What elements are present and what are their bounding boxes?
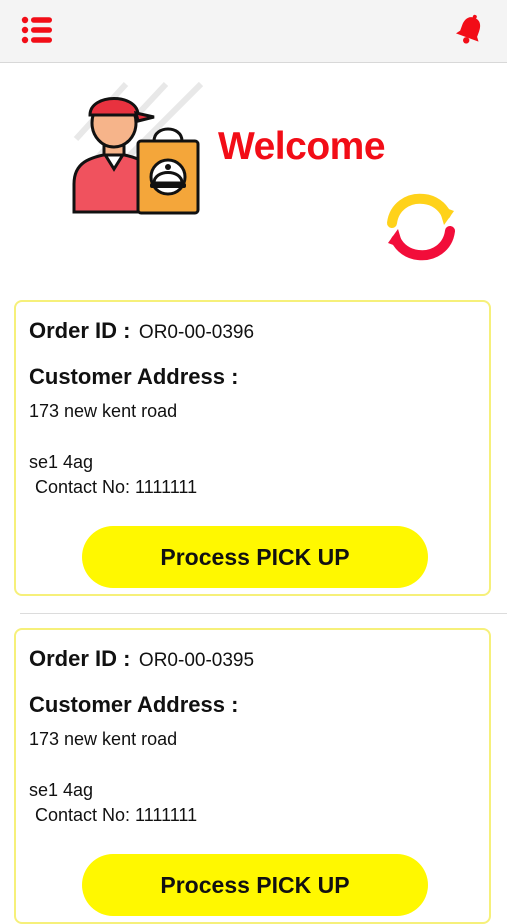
order-card: Order ID : OR0-00-0395 Customer Address …	[14, 628, 491, 924]
address-line-1: 173 new kent road	[29, 729, 178, 749]
order-id-label: Order ID :	[29, 318, 131, 343]
address-line-1: 173 new kent road	[29, 401, 178, 421]
welcome-heading: Welcome	[218, 125, 386, 168]
contact-number: Contact No: 1111111	[35, 477, 198, 497]
contact-number: Contact No: 1111111	[35, 805, 198, 825]
order-id-value: OR0-00-0395	[138, 650, 255, 671]
welcome-section: Welcome	[0, 63, 507, 293]
process-pickup-button[interactable]: Process PICK UP	[82, 526, 428, 588]
order-id-value: OR0-00-0396	[138, 322, 255, 343]
order-card: Order ID : OR0-00-0396 Customer Address …	[14, 300, 491, 596]
top-app-bar	[0, 0, 507, 63]
menu-button[interactable]	[20, 14, 56, 46]
process-pickup-button[interactable]: Process PICK UP	[82, 854, 428, 916]
order-id-row: Order ID : OR0-00-0395	[29, 646, 254, 672]
customer-address-label: Customer Address :	[29, 364, 239, 389]
refresh-button[interactable]	[384, 189, 458, 263]
divider	[20, 613, 507, 614]
address-line-2: se1 4ag	[29, 452, 94, 472]
bell-icon	[455, 14, 481, 44]
delivery-person-icon	[72, 81, 204, 215]
order-id-label: Order ID :	[29, 646, 131, 671]
address-line-2: se1 4ag	[29, 780, 94, 800]
notifications-button[interactable]	[452, 12, 488, 48]
list-menu-icon	[21, 16, 52, 44]
refresh-icon	[387, 193, 455, 261]
order-id-row: Order ID : OR0-00-0396	[29, 318, 254, 344]
customer-address-label: Customer Address :	[29, 692, 239, 717]
